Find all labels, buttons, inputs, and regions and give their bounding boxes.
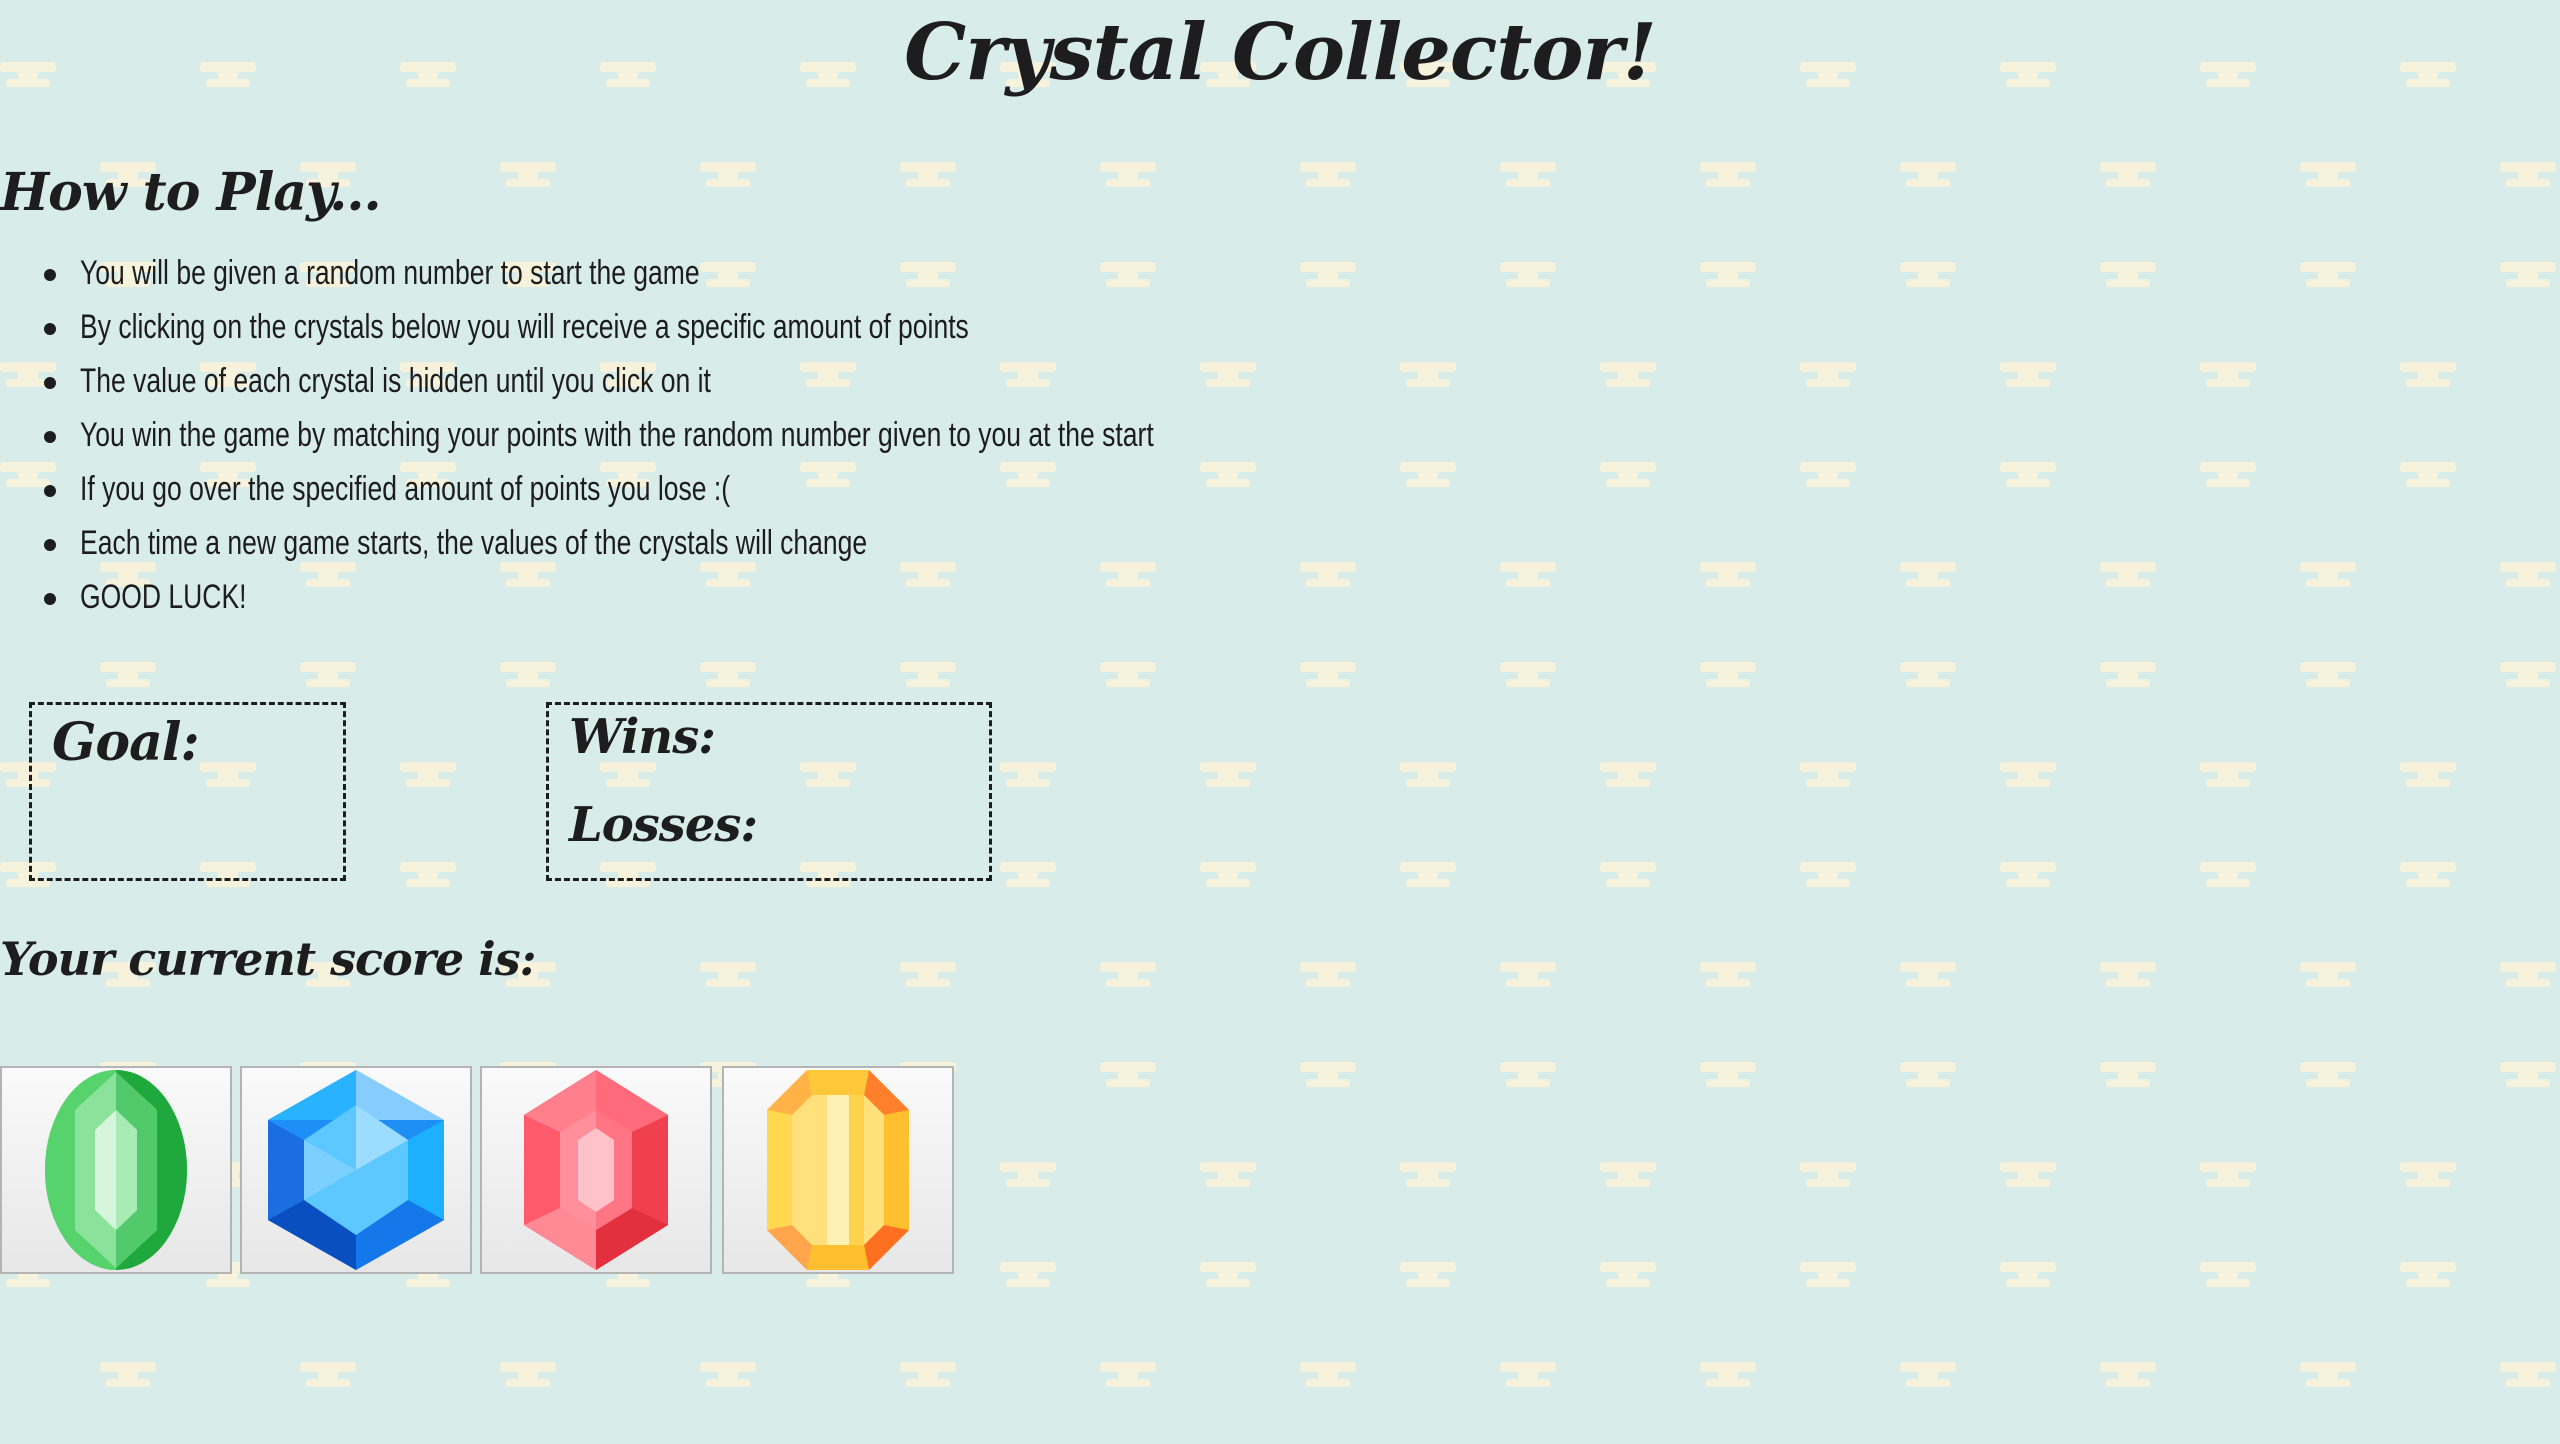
rule-text: You win the game by matching your points… [80, 416, 1154, 454]
list-item: You will be given a random number to sta… [0, 246, 1457, 300]
green-crystal-icon [45, 1070, 187, 1270]
list-item: If you go over the specified amount of p… [0, 462, 1457, 516]
rule-text: By clicking on the crystals below you wi… [80, 308, 969, 346]
list-item: By clicking on the crystals below you wi… [0, 300, 1457, 354]
blue-crystal-icon [268, 1070, 444, 1270]
how-to-play-heading: How to Play... [0, 162, 382, 223]
blue-crystal-button[interactable] [240, 1066, 472, 1274]
goal-label: Goal: [52, 712, 200, 773]
yellow-crystal-button[interactable] [722, 1066, 954, 1274]
page-title: Crystal Collector! [904, 7, 1657, 98]
rule-text: The value of each crystal is hidden unti… [80, 362, 711, 400]
green-crystal-button[interactable] [0, 1066, 232, 1274]
red-crystal-button[interactable] [480, 1066, 712, 1274]
red-crystal-icon [524, 1070, 668, 1270]
rule-text: Each time a new game starts, the values … [80, 524, 868, 562]
list-item: GOOD LUCK! [0, 570, 1457, 624]
rule-text: GOOD LUCK! [80, 578, 247, 616]
yellow-crystal-icon [767, 1070, 909, 1270]
goal-box: Goal: [29, 702, 346, 881]
rules-list: You will be given a random number to sta… [0, 246, 1457, 624]
rule-text: You will be given a random number to sta… [80, 254, 700, 292]
score-heading: Your current score is: [0, 932, 537, 986]
losses-label: Losses: [569, 797, 758, 853]
stats-box: Wins: Losses: [546, 702, 992, 881]
list-item: Each time a new game starts, the values … [0, 516, 1457, 570]
list-item: You win the game by matching your points… [0, 408, 1457, 462]
wins-label: Wins: [569, 709, 716, 765]
list-item: The value of each crystal is hidden unti… [0, 354, 1457, 408]
rule-text: If you go over the specified amount of p… [80, 470, 731, 508]
